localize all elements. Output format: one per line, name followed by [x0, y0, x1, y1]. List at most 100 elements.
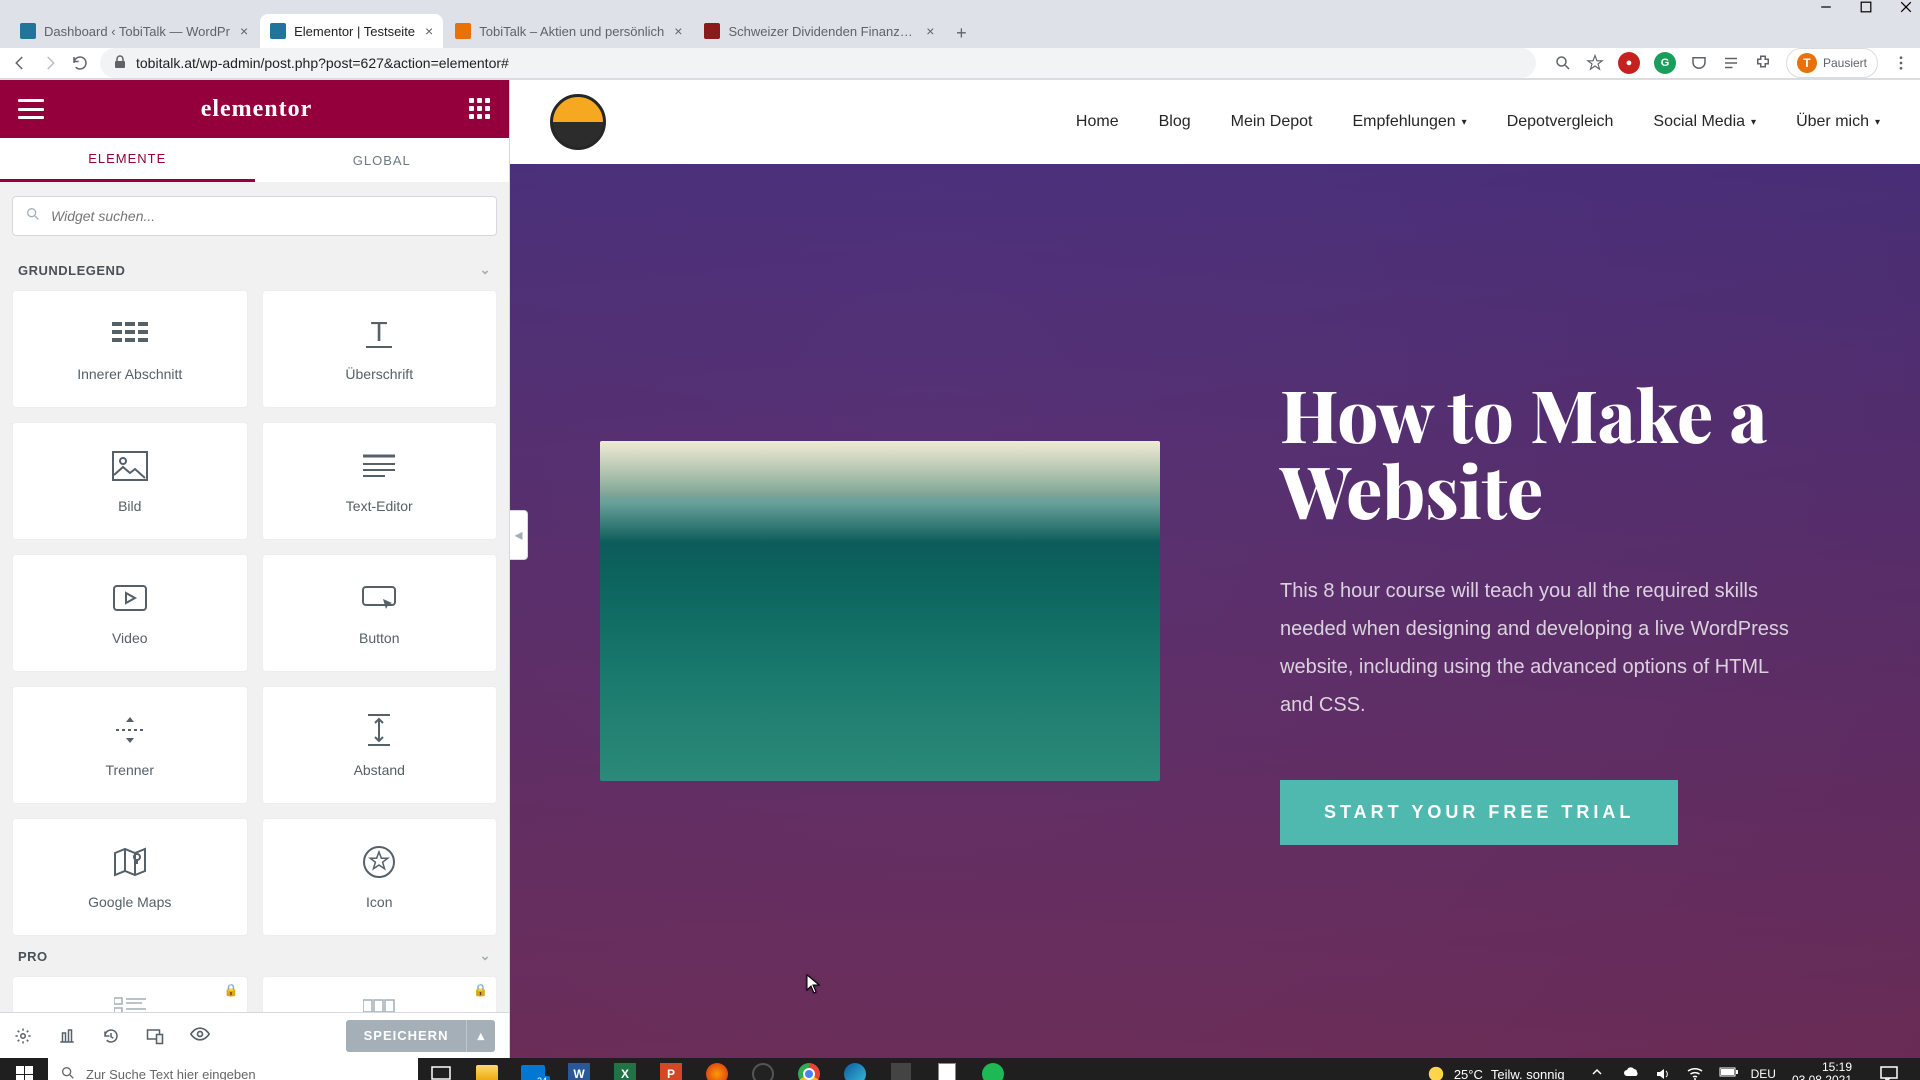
menu-icon[interactable] — [1892, 54, 1910, 72]
widget-pro-locked[interactable]: 🔒 — [262, 976, 498, 1012]
window-close[interactable] — [1900, 0, 1914, 14]
cta-button[interactable]: START YOUR FREE TRIAL — [1280, 780, 1678, 845]
window-minimize[interactable] — [1820, 0, 1834, 14]
widget-search-input[interactable] — [51, 208, 484, 224]
taskbar-app[interactable] — [878, 1058, 924, 1080]
save-button[interactable]: SPEICHERN — [346, 1020, 467, 1051]
taskbar-spotify[interactable] — [970, 1058, 1016, 1080]
new-tab-button[interactable]: + — [946, 18, 976, 48]
taskbar-notepad[interactable] — [924, 1058, 970, 1080]
widget-inner-section[interactable]: Innerer Abschnitt — [12, 290, 248, 408]
paused-label: Pausiert — [1823, 56, 1867, 70]
reload-button[interactable] — [70, 53, 90, 73]
wifi-icon[interactable] — [1687, 1066, 1703, 1080]
nav-about[interactable]: Über mich▾ — [1796, 113, 1880, 131]
taskbar-powerpoint[interactable]: P — [648, 1058, 694, 1080]
site-logo[interactable] — [550, 94, 606, 150]
widget-divider[interactable]: Trenner — [12, 686, 248, 804]
history-icon[interactable] — [102, 1027, 120, 1045]
widget-label: Video — [112, 630, 148, 646]
navigator-icon[interactable] — [58, 1027, 76, 1045]
category-basic[interactable]: GRUNDLEGEND ⌄ — [0, 250, 509, 290]
close-icon[interactable]: × — [674, 23, 682, 39]
tab-elements[interactable]: ELEMENTE — [0, 138, 255, 182]
widget-pro-locked[interactable]: 🔒 — [12, 976, 248, 1012]
nav-compare[interactable]: Depotvergleich — [1507, 113, 1614, 131]
nav-blog[interactable]: Blog — [1159, 113, 1191, 131]
volume-icon[interactable] — [1655, 1066, 1671, 1080]
browser-tab[interactable]: Dashboard ‹ TobiTalk — WordPr × — [10, 14, 258, 48]
weather-widget[interactable]: 25°C Teilw. sonnig — [1426, 1064, 1565, 1080]
widget-label: Button — [359, 630, 399, 646]
extension-icon[interactable]: G — [1654, 52, 1676, 74]
collapse-sidebar-button[interactable]: ◂ — [510, 510, 528, 560]
widget-heading[interactable]: T Überschrift — [262, 290, 498, 408]
widget-text-editor[interactable]: Text-Editor — [262, 422, 498, 540]
taskbar-obs[interactable] — [740, 1058, 786, 1080]
weather-condition: Teilw. sonnig — [1491, 1067, 1565, 1080]
language-indicator[interactable]: DEU — [1751, 1067, 1776, 1080]
tab-global[interactable]: GLOBAL — [255, 138, 510, 182]
preview-icon[interactable] — [190, 1027, 208, 1045]
start-button[interactable] — [0, 1058, 48, 1080]
nav-depot[interactable]: Mein Depot — [1231, 113, 1313, 131]
responsive-icon[interactable] — [146, 1027, 164, 1045]
site-icon — [704, 23, 720, 39]
taskbar-word[interactable]: W — [556, 1058, 602, 1080]
back-button[interactable] — [10, 53, 30, 73]
taskbar-edge[interactable] — [832, 1058, 878, 1080]
taskbar-chrome[interactable] — [786, 1058, 832, 1080]
nav-recommendations[interactable]: Empfehlungen▾ — [1352, 113, 1466, 131]
action-center-button[interactable] — [1868, 1058, 1910, 1080]
profile-paused[interactable]: T Pausiert — [1786, 48, 1878, 78]
close-icon[interactable]: × — [926, 23, 934, 39]
clock[interactable]: 15:19 03.08.2021 — [1792, 1061, 1852, 1080]
save-options-button[interactable]: ▴ — [466, 1020, 495, 1052]
heading-icon: T — [361, 316, 397, 352]
widget-video[interactable]: Video — [12, 554, 248, 672]
browser-tab[interactable]: Schweizer Dividenden Finanzblo× — [694, 14, 944, 48]
hero-video-thumbnail[interactable] — [600, 441, 1160, 781]
widgets-grid-icon[interactable] — [469, 98, 491, 120]
widget-search[interactable] — [12, 196, 497, 236]
nav-label: Empfehlungen — [1352, 113, 1455, 131]
widget-image[interactable]: Bild — [12, 422, 248, 540]
task-view-button[interactable] — [418, 1058, 464, 1080]
extension-icon[interactable]: ● — [1618, 52, 1640, 74]
battery-icon[interactable] — [1719, 1066, 1735, 1080]
taskbar-mail[interactable]: 24 — [510, 1058, 556, 1080]
widget-label: Icon — [366, 894, 392, 910]
widget-button[interactable]: Button — [262, 554, 498, 672]
divider-icon — [112, 712, 148, 748]
widget-google-maps[interactable]: Google Maps — [12, 818, 248, 936]
pocket-icon[interactable] — [1690, 54, 1708, 72]
close-icon[interactable]: × — [425, 23, 433, 39]
tab-label: TobiTalk – Aktien und persönlich — [479, 24, 664, 39]
widget-spacer[interactable]: Abstand — [262, 686, 498, 804]
settings-icon[interactable] — [14, 1027, 32, 1045]
browser-tab[interactable]: Elementor | Testseite× — [260, 14, 443, 48]
nav-social[interactable]: Social Media▾ — [1653, 113, 1756, 131]
reading-list-icon[interactable] — [1722, 54, 1740, 72]
zoom-icon[interactable] — [1554, 54, 1572, 72]
close-icon[interactable]: × — [240, 23, 248, 39]
extensions-icon[interactable] — [1754, 54, 1772, 72]
star-icon[interactable] — [1586, 54, 1604, 72]
widget-icon[interactable]: Icon — [262, 818, 498, 936]
lock-icon: 🔒 — [473, 983, 488, 997]
hamburger-icon[interactable] — [18, 99, 44, 119]
nav-home[interactable]: Home — [1076, 113, 1119, 131]
tray-overflow-icon[interactable] — [1591, 1066, 1607, 1080]
window-maximize[interactable] — [1860, 0, 1874, 14]
site-icon — [455, 23, 471, 39]
tab-label: Dashboard ‹ TobiTalk — WordPr — [44, 24, 230, 39]
address-bar[interactable]: tobitalk.at/wp-admin/post.php?post=627&a… — [100, 48, 1536, 78]
image-icon — [112, 448, 148, 484]
browser-tab[interactable]: TobiTalk – Aktien und persönlich × — [445, 14, 692, 48]
category-pro[interactable]: PRO ⌄ — [0, 936, 509, 976]
windows-search[interactable]: Zur Suche Text hier eingeben — [48, 1058, 418, 1080]
taskbar-app[interactable] — [694, 1058, 740, 1080]
taskbar-explorer[interactable] — [464, 1058, 510, 1080]
onedrive-icon[interactable] — [1623, 1066, 1639, 1080]
taskbar-excel[interactable]: X — [602, 1058, 648, 1080]
